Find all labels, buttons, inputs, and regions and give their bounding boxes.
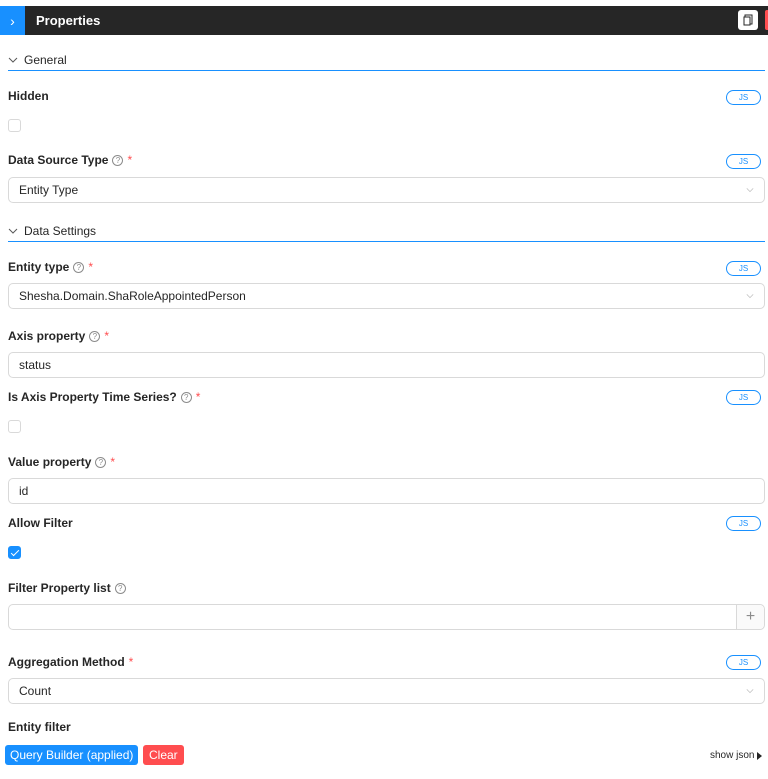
hidden-label-text: Hidden [8,89,49,103]
required-marker: * [104,329,110,343]
aggregation-method-value: Count [19,684,52,698]
entity-type-value: Shesha.Domain.ShaRoleAppointedPerson [19,289,246,303]
is-axis-time-series-checkbox[interactable] [8,420,21,433]
show-json-toggle[interactable]: show json [710,750,763,761]
required-marker: * [128,655,134,669]
axis-property-label-text: Axis property [8,329,86,343]
hidden-js-button[interactable]: JS [726,90,761,105]
section-general-label: General [24,52,67,67]
chevron-right-icon: › [10,12,15,29]
chevron-down-icon [746,689,754,694]
entity-filter-label-text: Entity filter [8,720,71,734]
hidden-label: Hidden [8,89,49,103]
help-icon[interactable]: ? [73,261,85,273]
copy-icon [743,14,753,26]
section-data-settings-label: Data Settings [24,223,97,238]
properties-header: › Properties [0,6,768,35]
add-filter-property-button[interactable]: + [736,605,764,629]
aggregation-method-select[interactable]: Count [8,678,765,704]
chevron-down-icon [8,228,18,234]
value-property-label: Value property ? * [8,455,115,469]
entity-type-label-text: Entity type [8,260,70,274]
is-axis-time-series-js-button[interactable]: JS [726,390,761,405]
data-source-type-select[interactable]: Entity Type [8,177,765,203]
allow-filter-checkbox[interactable] [8,546,21,559]
entity-filter-label: Entity filter [8,720,71,734]
data-source-type-label-text: Data Source Type [8,153,109,167]
clear-button[interactable]: Clear [143,745,184,765]
axis-property-input[interactable]: status [8,352,765,378]
copy-button[interactable] [738,10,758,30]
filter-property-list-label-text: Filter Property list [8,581,111,595]
entity-type-select[interactable]: Shesha.Domain.ShaRoleAppointedPerson [8,283,765,309]
chevron-down-icon [746,188,754,193]
required-marker: * [127,153,133,167]
value-property-value: id [19,484,29,498]
allow-filter-js-button[interactable]: JS [726,516,761,531]
help-icon[interactable]: ? [114,582,126,594]
allow-filter-label: Allow Filter [8,516,73,530]
filter-property-list-label: Filter Property list ? [8,581,126,595]
filter-property-list-input[interactable]: + [8,604,765,630]
chevron-down-icon [8,57,18,63]
caret-right-icon [757,751,763,760]
plus-icon: + [745,608,756,625]
entity-type-js-button[interactable]: JS [726,261,761,276]
allow-filter-label-text: Allow Filter [8,516,73,530]
section-data-settings[interactable]: Data Settings [8,222,765,242]
data-source-type-value: Entity Type [19,183,79,197]
is-axis-time-series-label: Is Axis Property Time Series? ? * [8,390,200,404]
value-property-label-text: Value property [8,455,92,469]
help-icon[interactable]: ? [89,330,101,342]
is-axis-time-series-label-text: Is Axis Property Time Series? [8,390,177,404]
hidden-checkbox[interactable] [8,119,21,132]
required-marker: * [195,390,201,404]
chevron-down-icon [746,294,754,299]
panel-title: Properties [36,13,101,28]
value-property-input[interactable]: id [8,478,765,504]
aggregation-method-label: Aggregation Method * [8,655,133,669]
query-builder-button[interactable]: Query Builder (applied) [5,745,139,765]
help-icon[interactable]: ? [95,456,107,468]
data-source-type-label: Data Source Type ? * [8,153,132,167]
axis-property-value: status [19,358,52,372]
data-source-type-js-button[interactable]: JS [726,154,761,169]
required-marker: * [88,260,94,274]
axis-property-label: Axis property ? * [8,329,109,343]
help-icon[interactable]: ? [180,391,192,403]
required-marker: * [110,455,116,469]
help-icon[interactable]: ? [112,154,124,166]
entity-type-label: Entity type ? * [8,260,93,274]
aggregation-method-js-button[interactable]: JS [726,655,761,670]
aggregation-method-label-text: Aggregation Method [8,655,125,669]
show-json-label: show json [710,750,755,761]
section-general[interactable]: General [8,51,765,71]
collapse-panel-button[interactable]: › [0,6,25,35]
